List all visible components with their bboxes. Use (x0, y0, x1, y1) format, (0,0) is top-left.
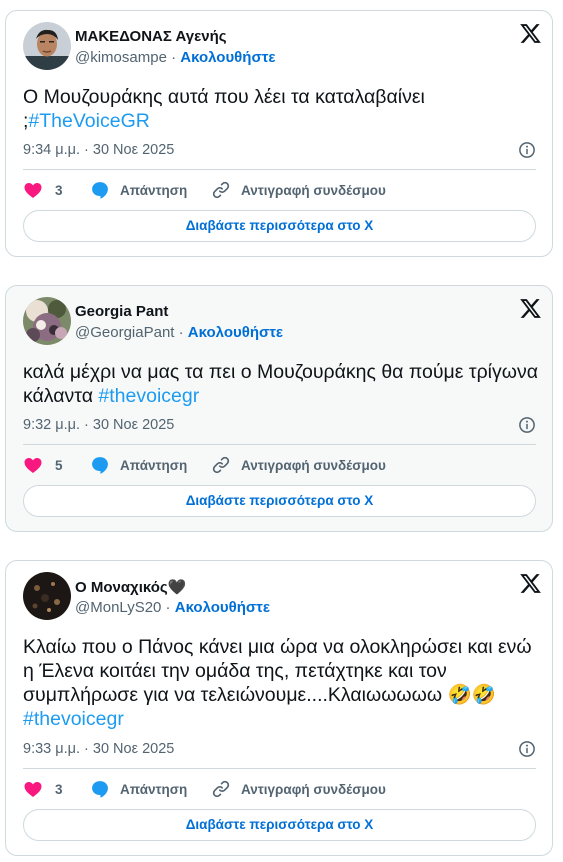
heart-icon (23, 180, 43, 200)
avatar[interactable] (23, 22, 71, 70)
read-more-button[interactable]: Διαβάστε περισσότερα στο X (23, 485, 536, 517)
tweet-card: ΜΑΚΕΔΟΝΑΣ Αγενής @kimosampe · Ακολουθήστ… (5, 10, 553, 257)
name-emoji: 🖤 (167, 579, 187, 596)
follow-link[interactable]: Ακολουθήστε (188, 324, 283, 341)
x-logo-icon[interactable] (519, 22, 542, 45)
reply-label: Απάντηση (120, 182, 188, 198)
reply-button[interactable]: Απάντηση (90, 777, 187, 801)
follow-link[interactable]: Ακολουθήστε (180, 49, 275, 66)
tweet-text: Κλαίω που ο Πάνος κάνει μια ώρα να ολοκλ… (23, 635, 538, 731)
link-icon (211, 180, 231, 200)
author-name-text[interactable]: Georgia Pant (75, 303, 168, 320)
separator: · (161, 599, 175, 616)
tweet-timestamp[interactable]: 9:32 μ.μ. · 30 Νοε 2025 (23, 417, 174, 433)
like-count: 3 (55, 182, 63, 198)
info-icon[interactable] (518, 740, 536, 758)
like-count: 5 (55, 457, 63, 473)
link-icon (211, 779, 231, 799)
reply-bubble-icon (90, 455, 110, 475)
author-handle[interactable]: @GeorgiaPant (75, 324, 174, 341)
separator: · (174, 324, 188, 341)
tweet-text: καλά μέχρι να μας τα πει ο Μουζουράκης θ… (23, 360, 538, 408)
tweet-timestamp[interactable]: 9:33 μ.μ. · 30 Νοε 2025 (23, 741, 174, 757)
copy-link-button[interactable]: Αντιγραφή συνδέσμου (211, 453, 386, 477)
x-logo-icon[interactable] (519, 572, 542, 595)
author-handle-line: @GeorgiaPant · Ακολουθήστε (75, 324, 283, 341)
copy-link-button[interactable]: Αντιγραφή συνδέσμου (211, 178, 386, 202)
follow-link[interactable]: Ακολουθήστε (175, 599, 270, 616)
link-icon (211, 455, 231, 475)
tweet-actions: 5 Απάντηση Αντιγραφή συνδέσμου (23, 453, 536, 477)
heart-icon (23, 455, 43, 475)
tweet-card: Ο Μοναχικός🖤 @MonLyS20 · Ακολουθήστε Κλα… (5, 560, 553, 856)
avatar[interactable] (23, 297, 71, 345)
copy-link-button[interactable]: Αντιγραφή συνδέσμου (211, 777, 386, 801)
reply-bubble-icon (90, 779, 110, 799)
hashtag-link[interactable]: #TheVoiceGR (28, 110, 149, 132)
separator: · (166, 49, 181, 66)
like-button[interactable]: 3 (23, 777, 63, 801)
copy-link-label: Αντιγραφή συνδέσμου (241, 182, 386, 198)
tweet-header: ΜΑΚΕΔΟΝΑΣ Αγενής @kimosampe · Ακολουθήστ… (23, 22, 542, 70)
reply-button[interactable]: Απάντηση (90, 178, 187, 202)
author-handle-line: @kimosampe · Ακολουθήστε (75, 49, 276, 66)
like-button[interactable]: 3 (23, 178, 63, 202)
author-name-text[interactable]: ΜΑΚΕΔΟΝΑΣ Αγενής (75, 28, 227, 45)
hashtag-link[interactable]: #thevoicegr (23, 707, 124, 731)
divider (23, 169, 536, 170)
read-more-button[interactable]: Διαβάστε περισσότερα στο X (23, 809, 536, 841)
reply-label: Απάντηση (120, 781, 188, 797)
author-handle-line: @MonLyS20 · Ακολουθήστε (75, 599, 270, 616)
divider (23, 444, 536, 445)
read-more-button[interactable]: Διαβάστε περισσότερα στο X (23, 210, 536, 242)
info-icon[interactable] (518, 141, 536, 159)
info-icon[interactable] (518, 416, 536, 434)
reply-bubble-icon (90, 180, 110, 200)
tweet-body: Κλαίω που ο Πάνος κάνει μια ώρα να ολοκλ… (23, 636, 532, 706)
tweet-card: Georgia Pant @GeorgiaPant · Ακολουθήστε … (5, 285, 553, 532)
divider (23, 768, 536, 769)
author-name-text[interactable]: Ο Μοναχικός (75, 579, 168, 596)
author-handle[interactable]: @MonLyS20 (75, 599, 161, 616)
tweet-actions: 3 Απάντηση Αντιγραφή συνδέσμου (23, 777, 536, 801)
tweet-timestamp[interactable]: 9:34 μ.μ. · 30 Νοε 2025 (23, 142, 174, 158)
like-button[interactable]: 5 (23, 453, 63, 477)
author-name[interactable]: Ο Μοναχικός🖤 (75, 578, 186, 596)
heart-icon (23, 779, 43, 799)
copy-link-label: Αντιγραφή συνδέσμου (241, 457, 386, 473)
copy-link-label: Αντιγραφή συνδέσμου (241, 781, 386, 797)
reply-label: Απάντηση (120, 457, 188, 473)
avatar[interactable] (23, 572, 71, 620)
author-name[interactable]: Georgia Pant (75, 303, 168, 320)
tweet-actions: 3 Απάντηση Αντιγραφή συνδέσμου (23, 178, 536, 202)
tweet-header: Georgia Pant @GeorgiaPant · Ακολουθήστε (23, 297, 542, 345)
reply-button[interactable]: Απάντηση (90, 453, 187, 477)
like-count: 3 (55, 781, 63, 797)
author-name[interactable]: ΜΑΚΕΔΟΝΑΣ Αγενής (75, 28, 227, 45)
x-logo-icon[interactable] (519, 297, 542, 320)
tweet-text: Ο Μουζουράκης αυτά που λέει τα καταλαβαί… (23, 85, 538, 133)
hashtag-link[interactable]: #thevoicegr (98, 385, 199, 407)
author-handle[interactable]: @kimosampe (75, 49, 167, 66)
tweet-header: Ο Μοναχικός🖤 @MonLyS20 · Ακολουθήστε (23, 572, 542, 620)
